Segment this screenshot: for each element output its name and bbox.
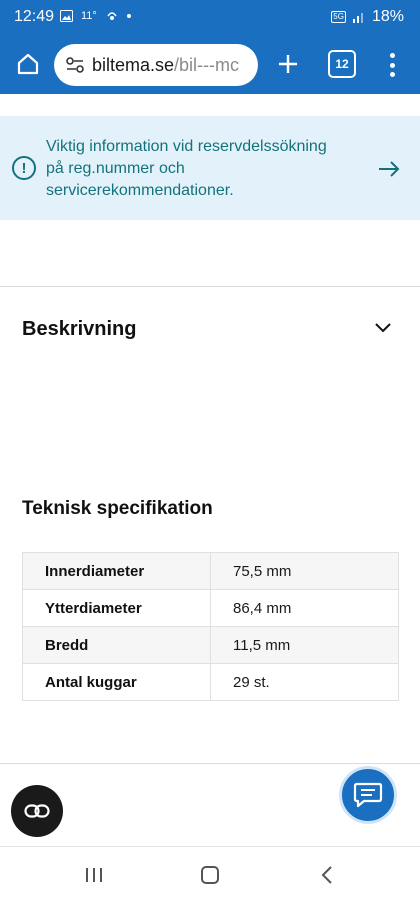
battery-level: 18% [371, 8, 404, 25]
spec-value: 29 st. [210, 663, 399, 701]
spec-value: 86,4 mm [210, 589, 399, 627]
browser-toolbar: biltema.se/bil---mc 12 [0, 36, 420, 94]
link-icon [24, 804, 50, 818]
chat-button[interactable] [339, 766, 397, 824]
description-heading[interactable]: Beskrivning [22, 318, 136, 341]
gallery-icon [60, 10, 73, 22]
signal-icon [352, 13, 363, 23]
status-system-icons: 5G 18% [331, 8, 404, 26]
section-divider [0, 763, 420, 764]
home-button[interactable] [10, 46, 46, 82]
info-banner-text: Viktig information vid reservdelssökning… [46, 138, 327, 199]
dot-icon [126, 14, 131, 18]
network-type-badge: 5G [331, 11, 346, 23]
arrow-right-icon[interactable] [376, 158, 402, 180]
spec-table: Innerdiameter 75,5 mm Ytterdiameter 86,4… [22, 552, 399, 701]
table-row: Antal kuggar 29 st. [22, 663, 399, 701]
status-notification-icons: 11° [60, 10, 131, 22]
chevron-down-icon[interactable] [374, 322, 392, 334]
nav-home-icon[interactable] [201, 866, 219, 884]
system-nav-bar [0, 846, 420, 900]
home-icon [17, 53, 39, 75]
spec-heading: Teknisk specifikation [22, 498, 213, 519]
spec-label: Ytterdiameter [22, 589, 211, 627]
url-domain: biltema.se [92, 54, 175, 75]
status-time: 12:49 [14, 8, 55, 25]
spec-label: Bredd [22, 626, 211, 664]
spec-label: Innerdiameter [22, 552, 211, 590]
tune-icon [66, 57, 84, 73]
spec-value: 11,5 mm [210, 626, 399, 664]
url-bar[interactable]: biltema.se/bil---mc [54, 44, 258, 86]
site-settings-button[interactable] [58, 56, 92, 74]
hotspot-icon [107, 12, 117, 20]
new-tab-button[interactable] [270, 46, 306, 82]
chat-icon [353, 782, 383, 808]
table-row: Ytterdiameter 86,4 mm [22, 589, 399, 627]
spec-label: Antal kuggar [22, 663, 211, 701]
table-row: Innerdiameter 75,5 mm [22, 552, 399, 590]
menu-dot [389, 53, 395, 58]
section-divider [0, 286, 420, 287]
menu-dot [389, 62, 395, 68]
plus-icon [279, 55, 297, 73]
weather-temperature: 11° [81, 10, 97, 22]
table-row: Bredd 11,5 mm [22, 626, 399, 664]
browser-menu-button[interactable] [380, 50, 404, 80]
info-icon: ! [12, 156, 36, 180]
link-button[interactable] [11, 785, 63, 837]
tab-switcher-button[interactable]: 12 [328, 50, 356, 78]
menu-dot [389, 72, 395, 77]
recent-apps-icon[interactable] [84, 867, 104, 883]
url-path: /bil---mc [174, 54, 240, 75]
status-bar: 12:49 11° 5G 18% [0, 0, 420, 36]
url-text: biltema.se/bil---mc [92, 55, 239, 76]
back-icon[interactable] [320, 865, 334, 885]
spec-value: 75,5 mm [210, 552, 399, 590]
